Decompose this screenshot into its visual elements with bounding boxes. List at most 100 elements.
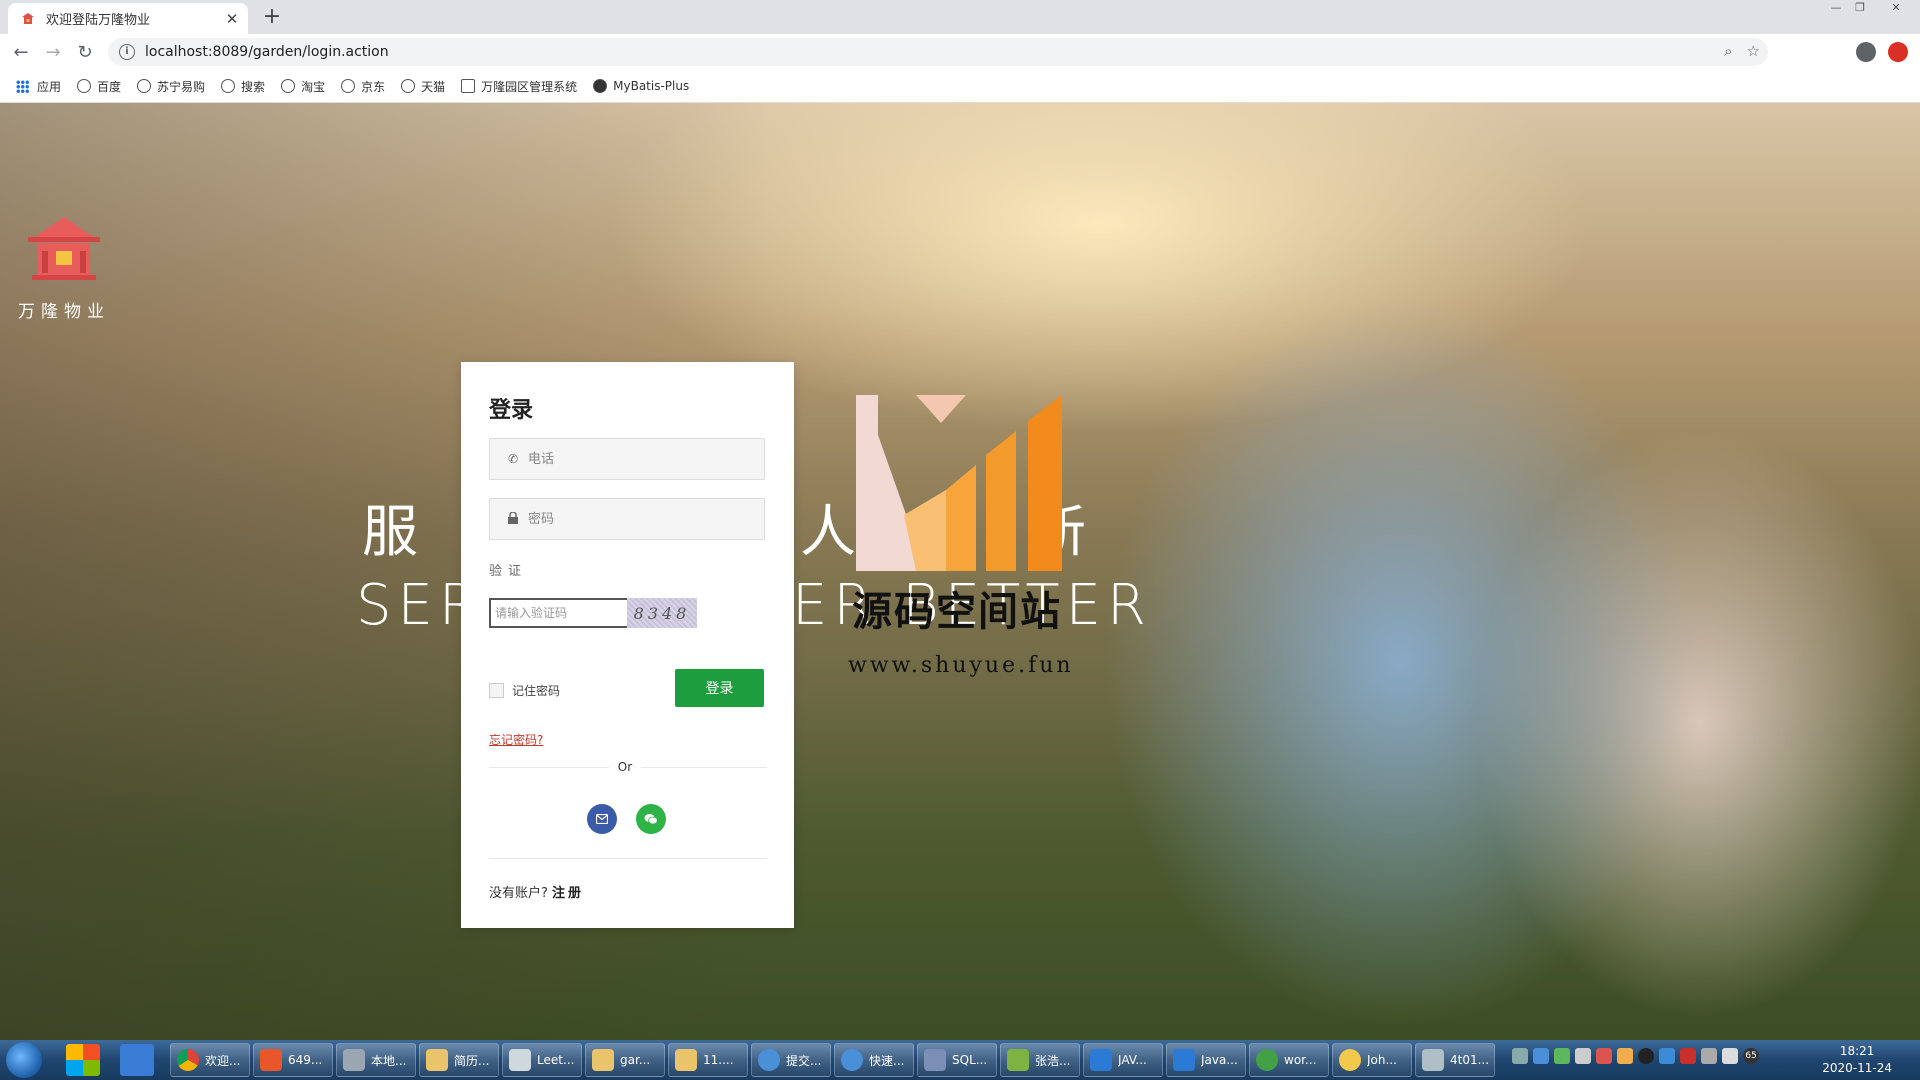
taskbar-item-john[interactable]: Joh...	[1332, 1043, 1412, 1077]
captcha-input[interactable]	[489, 598, 633, 628]
taskbar-item-leet[interactable]: Leet...	[502, 1043, 582, 1077]
brand-name: 万隆物业	[18, 302, 110, 322]
explorer-app-icon[interactable]	[120, 1044, 154, 1076]
system-clock[interactable]: 18:21 2020-11-24	[1822, 1043, 1892, 1077]
taskbar-item-pdf[interactable]: 649...	[253, 1043, 333, 1077]
disk-icon	[343, 1049, 365, 1071]
globe-icon	[401, 79, 416, 93]
bookmark-tmall[interactable]: 天猫	[401, 78, 445, 95]
bookmark-baidu[interactable]: 百度	[77, 78, 121, 95]
wechat-login-button[interactable]	[636, 804, 666, 834]
captcha-image[interactable]: 8348	[627, 598, 697, 628]
display-icon[interactable]	[1701, 1048, 1717, 1064]
taskbar-item-jav[interactable]: JAV...	[1083, 1043, 1163, 1077]
bookmark-apps[interactable]: 应用	[16, 78, 61, 95]
browser-tab[interactable]: 欢迎登陆万隆物业 ✕	[8, 3, 248, 34]
taskbar-item-garden[interactable]: gar...	[585, 1043, 665, 1077]
temple-logo-icon	[28, 217, 100, 280]
folder-icon	[592, 1049, 614, 1071]
folder-icon	[675, 1049, 697, 1071]
usb-icon[interactable]	[1575, 1048, 1591, 1064]
windows-taskbar: 欢迎... 649... 本地... 简历... Leet... gar... …	[0, 1040, 1920, 1080]
taskbar-item-local[interactable]: 本地...	[336, 1043, 416, 1077]
address-bar[interactable]: i localhost:8089/garden/login.action ⌕ ☆	[108, 38, 1768, 66]
tool-icon	[1422, 1049, 1444, 1071]
lock-icon	[506, 510, 520, 527]
bookmark-taobao[interactable]: 淘宝	[281, 78, 325, 95]
tiles-app-icon[interactable]	[66, 1044, 100, 1076]
profile-avatar-icon[interactable]	[1856, 42, 1876, 62]
start-button-icon[interactable]	[6, 1042, 42, 1078]
network-icon[interactable]	[1533, 1048, 1549, 1064]
minimize-icon[interactable]: —	[1824, 0, 1848, 16]
phone-field[interactable]: ✆	[489, 438, 765, 480]
tab-title: 欢迎登陆万隆物业	[46, 13, 151, 28]
password-input[interactable]	[526, 510, 750, 528]
login-button[interactable]: 登录	[675, 669, 764, 707]
leaf-icon	[1256, 1049, 1278, 1071]
watermark-title: 源码空间站	[852, 589, 1062, 635]
or-badge: Or	[609, 755, 641, 779]
taskbar-item-4t01[interactable]: 4t01...	[1415, 1043, 1495, 1077]
phone-icon: ✆	[507, 452, 519, 466]
phone-input[interactable]	[526, 450, 750, 468]
taskbar-item-resume[interactable]: 简历...	[419, 1043, 499, 1077]
input-method-icon[interactable]	[1680, 1048, 1696, 1064]
back-arrow-icon[interactable]: ←	[9, 40, 33, 64]
weather-icon[interactable]	[1617, 1048, 1633, 1064]
forgot-password-link[interactable]: 忘记密码?	[489, 731, 543, 748]
star-icon[interactable]: ☆	[1747, 42, 1760, 60]
globe-icon	[281, 79, 296, 93]
bookmark-wanlong[interactable]: 万隆园区管理系统	[461, 78, 577, 95]
browser-toolbar: ← → ↻ i localhost:8089/garden/login.acti…	[0, 34, 1920, 70]
bottom-divider	[489, 858, 767, 859]
word-doc-icon	[1173, 1049, 1195, 1071]
taskbar-item-quick[interactable]: 快速...	[834, 1043, 914, 1077]
site-info-icon[interactable]: i	[119, 44, 135, 60]
taskbar-item-submit[interactable]: 提交...	[751, 1043, 831, 1077]
bookmarks-bar: 应用 百度 苏宁易购 搜索 淘宝 京东 天猫 万隆园区管理系统 MyBatis-…	[0, 70, 1920, 103]
keyboard-icon[interactable]	[1512, 1048, 1528, 1064]
remember-checkbox[interactable]	[489, 683, 504, 698]
qq-icon[interactable]	[1638, 1048, 1654, 1064]
bookmark-suning[interactable]: 苏宁易购	[137, 78, 205, 95]
bookmark-search[interactable]: 搜索	[221, 78, 265, 95]
remember-password[interactable]: 记住密码	[489, 682, 560, 699]
forward-arrow-icon[interactable]: →	[41, 40, 65, 64]
brand: 万隆物业	[14, 213, 114, 322]
no-account-text: 没有账户?	[489, 886, 548, 901]
database-icon	[924, 1049, 946, 1071]
system-tray: 65	[1512, 1048, 1759, 1064]
taskbar-item-java[interactable]: Java...	[1166, 1043, 1246, 1077]
zoom-icon[interactable]: ⌕	[1724, 42, 1732, 60]
pdf-icon	[260, 1049, 282, 1071]
shield-icon[interactable]	[1659, 1048, 1675, 1064]
word-doc-icon	[1090, 1049, 1112, 1071]
close-window-icon[interactable]: ✕	[1884, 0, 1908, 16]
bookmark-jd[interactable]: 京东	[341, 78, 385, 95]
taskbar-item-sql[interactable]: SQL...	[917, 1043, 997, 1077]
taskbar-item-word[interactable]: wor...	[1249, 1043, 1329, 1077]
globe-icon	[137, 79, 152, 93]
signup-link[interactable]: 注册	[552, 886, 584, 901]
reload-icon[interactable]: ↻	[73, 40, 97, 64]
password-field[interactable]	[489, 498, 765, 540]
extension-icon[interactable]	[1888, 42, 1908, 62]
sync-icon[interactable]	[1554, 1048, 1570, 1064]
clock-time: 18:21	[1839, 1044, 1875, 1058]
taskbar-item-zhang[interactable]: 张浩...	[1000, 1043, 1080, 1077]
taskbar-item-chrome[interactable]: 欢迎...	[170, 1043, 250, 1077]
new-tab-button[interactable]: +	[258, 3, 286, 31]
search-globe-icon	[758, 1049, 780, 1071]
flower-icon	[1007, 1049, 1029, 1071]
mail-login-button[interactable]	[587, 804, 617, 834]
volume-icon[interactable]	[1722, 1048, 1738, 1064]
restore-icon[interactable]: ❐	[1848, 0, 1872, 16]
document-icon	[509, 1049, 531, 1071]
bookmark-mybatis[interactable]: MyBatis-Plus	[593, 79, 689, 93]
signup-row: 没有账户? 注册	[489, 882, 584, 901]
taskbar-item-11[interactable]: 11....	[668, 1043, 748, 1077]
close-tab-icon[interactable]: ✕	[222, 10, 242, 28]
antivirus-icon[interactable]	[1596, 1048, 1612, 1064]
tray-badge[interactable]: 65	[1743, 1048, 1759, 1064]
